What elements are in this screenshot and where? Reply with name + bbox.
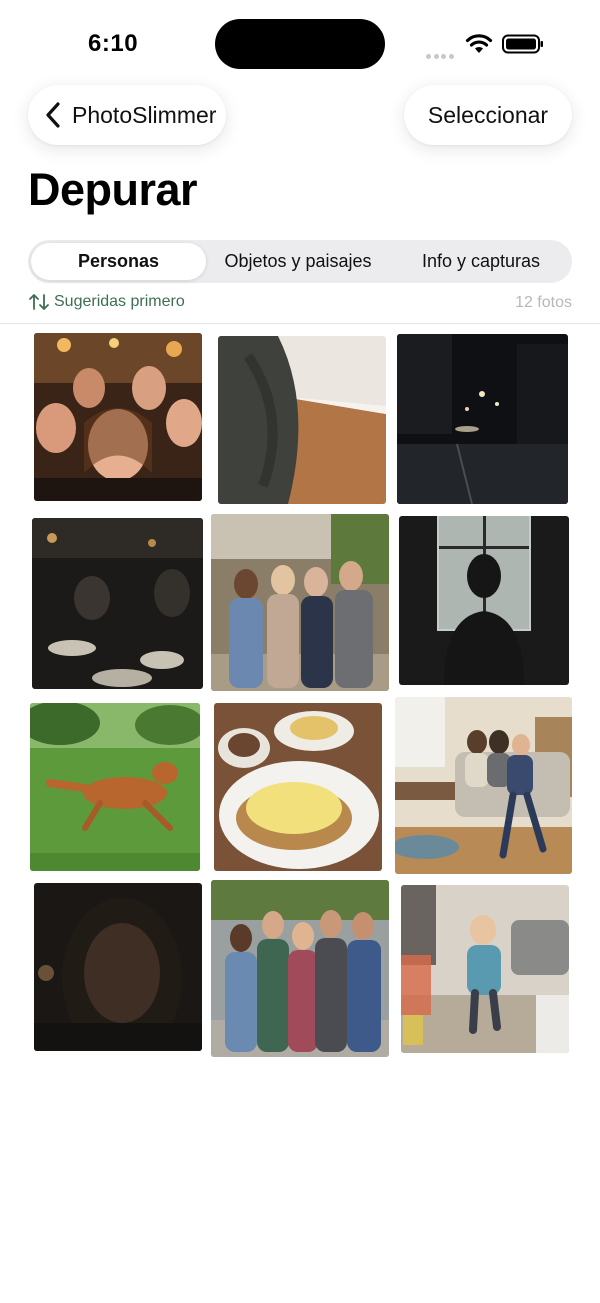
sort-label: Sugeridas primero [54,293,185,310]
status-time: 6:10 [88,30,139,57]
photo-thumbnail-11[interactable] [211,880,389,1057]
back-button[interactable]: PhotoSlimmer [28,85,226,145]
photo-thumbnail-8[interactable] [214,703,382,871]
photo-thumbnail-4[interactable] [32,518,203,689]
photo-thumbnail-10[interactable] [34,883,202,1051]
tab-info-y-capturas[interactable]: Info y capturas [390,240,572,283]
dynamic-island [215,19,385,69]
back-button-label: PhotoSlimmer [72,101,217,128]
photo-thumbnail-5[interactable] [211,514,389,691]
tab-personas[interactable]: Personas [31,243,206,280]
photo-count: 12 fotos [515,294,572,311]
sort-button[interactable]: Sugeridas primero [28,292,185,312]
battery-icon [502,34,544,54]
photo-thumbnail-1[interactable] [34,333,202,501]
photo-thumbnail-7[interactable] [30,703,200,871]
photo-thumbnail-9[interactable] [395,697,572,874]
category-segmented-control: Personas Objetos y paisajes Info y captu… [28,240,572,283]
photo-thumbnail-2[interactable] [218,336,386,504]
photo-thumbnail-6[interactable] [399,516,569,685]
tab-objetos-y-paisajes[interactable]: Objetos y paisajes [208,240,388,283]
photo-thumbnail-3[interactable] [397,334,568,504]
sort-arrows-icon [29,294,49,310]
chevron-left-icon [46,102,60,128]
cellular-signal-icon [426,46,456,59]
divider [0,323,600,324]
page-title: Depurar [28,164,198,215]
wifi-icon [464,32,494,56]
select-button[interactable]: Seleccionar [404,85,572,145]
select-button-label: Seleccionar [427,101,549,128]
photo-thumbnail-12[interactable] [401,885,569,1053]
